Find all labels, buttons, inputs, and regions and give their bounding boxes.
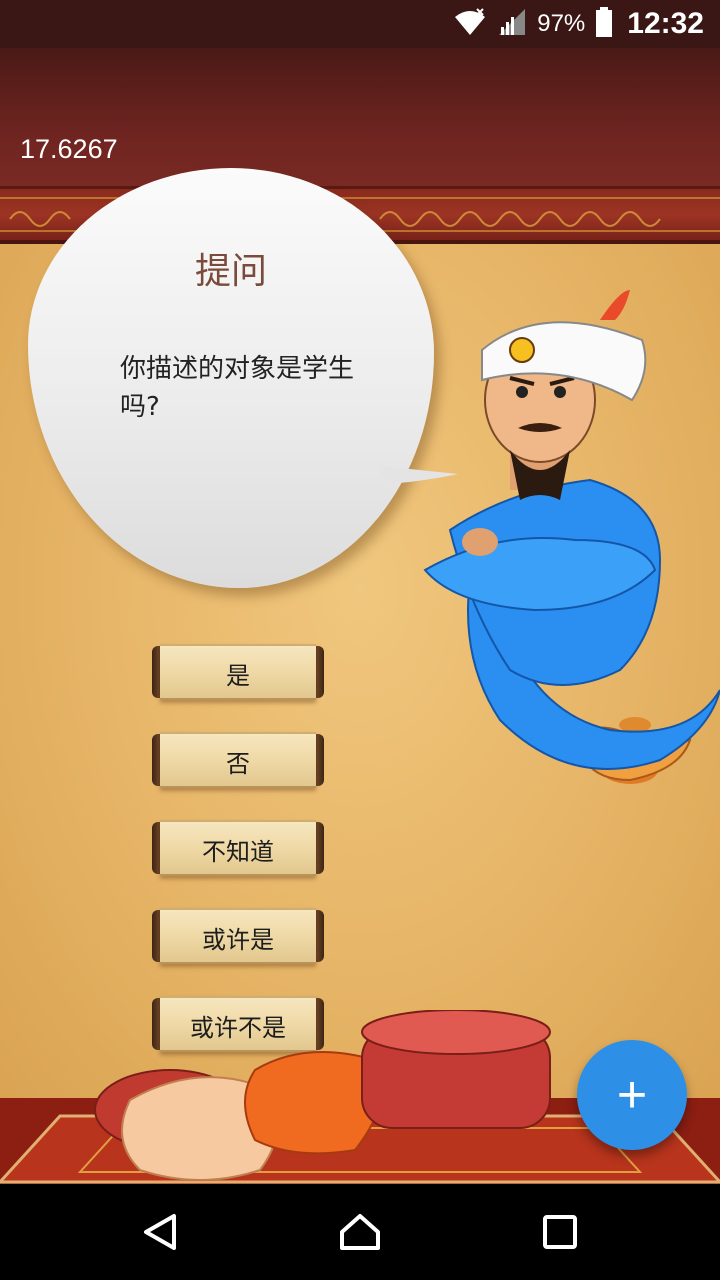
answer-button-no[interactable]: 否 bbox=[152, 732, 324, 788]
add-button[interactable]: + bbox=[577, 1040, 687, 1150]
signal-icon bbox=[497, 7, 527, 41]
clock: 12:32 bbox=[627, 7, 704, 40]
battery-percent: 97% bbox=[537, 10, 586, 37]
home-icon[interactable] bbox=[334, 1206, 386, 1258]
genie-character-icon bbox=[423, 290, 720, 784]
status-bar: 97% 12:32 bbox=[0, 0, 720, 48]
question-text: 你描述的对象是学生吗? bbox=[120, 354, 355, 422]
back-icon[interactable] bbox=[134, 1206, 186, 1258]
answer-label: 不知道 bbox=[202, 838, 274, 866]
navigation-bar bbox=[0, 1184, 720, 1280]
question-title: 提问 bbox=[194, 251, 267, 292]
status-icons: 97% 12:32 bbox=[453, 6, 704, 42]
answer-button-yes[interactable]: 是 bbox=[152, 644, 324, 700]
answer-button-dont-know[interactable]: 不知道 bbox=[152, 820, 324, 876]
answer-button-probably[interactable]: 或许是 bbox=[152, 908, 324, 964]
header: 17.6267 bbox=[0, 48, 720, 188]
answer-label: 是 bbox=[226, 662, 250, 690]
answer-label: 否 bbox=[226, 750, 250, 778]
score-text: 17.6267 bbox=[20, 134, 118, 164]
plus-icon: + bbox=[616, 1066, 648, 1124]
recents-icon[interactable] bbox=[534, 1206, 586, 1258]
wifi-icon bbox=[453, 7, 487, 41]
answer-label: 或许是 bbox=[202, 926, 274, 954]
battery-icon bbox=[595, 7, 613, 41]
cushions-icon bbox=[94, 1010, 551, 1180]
